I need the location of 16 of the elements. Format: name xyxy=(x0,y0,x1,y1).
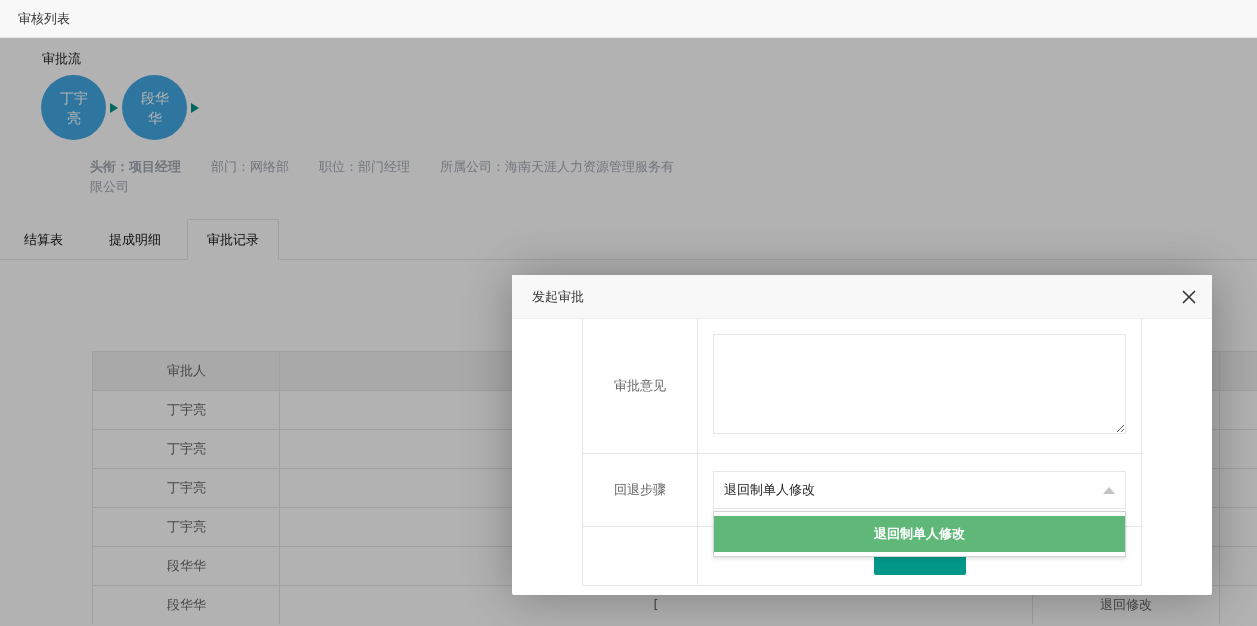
close-icon[interactable] xyxy=(1182,289,1196,304)
caret-icon xyxy=(1103,486,1115,494)
field-label: 审批意见 xyxy=(614,377,666,395)
section-title: 审批流 xyxy=(42,50,81,68)
tab[interactable]: 提成明细 xyxy=(89,219,181,260)
page-title: 审核列表 xyxy=(18,9,70,28)
arrow-icon xyxy=(191,102,199,113)
step-select[interactable]: 退回制单人修改 xyxy=(713,471,1126,509)
tab[interactable]: 结算表 xyxy=(4,219,83,260)
column-header: 审批人 xyxy=(92,351,280,391)
dialog-title: 发起审批 xyxy=(532,287,584,306)
approver-node: 丁宇亮 xyxy=(41,75,106,140)
tab[interactable]: 审批记录 xyxy=(187,219,279,260)
arrow-icon xyxy=(110,102,118,113)
approver-node: 段华华 xyxy=(122,75,187,140)
field-label: 回退步骤 xyxy=(614,481,666,499)
